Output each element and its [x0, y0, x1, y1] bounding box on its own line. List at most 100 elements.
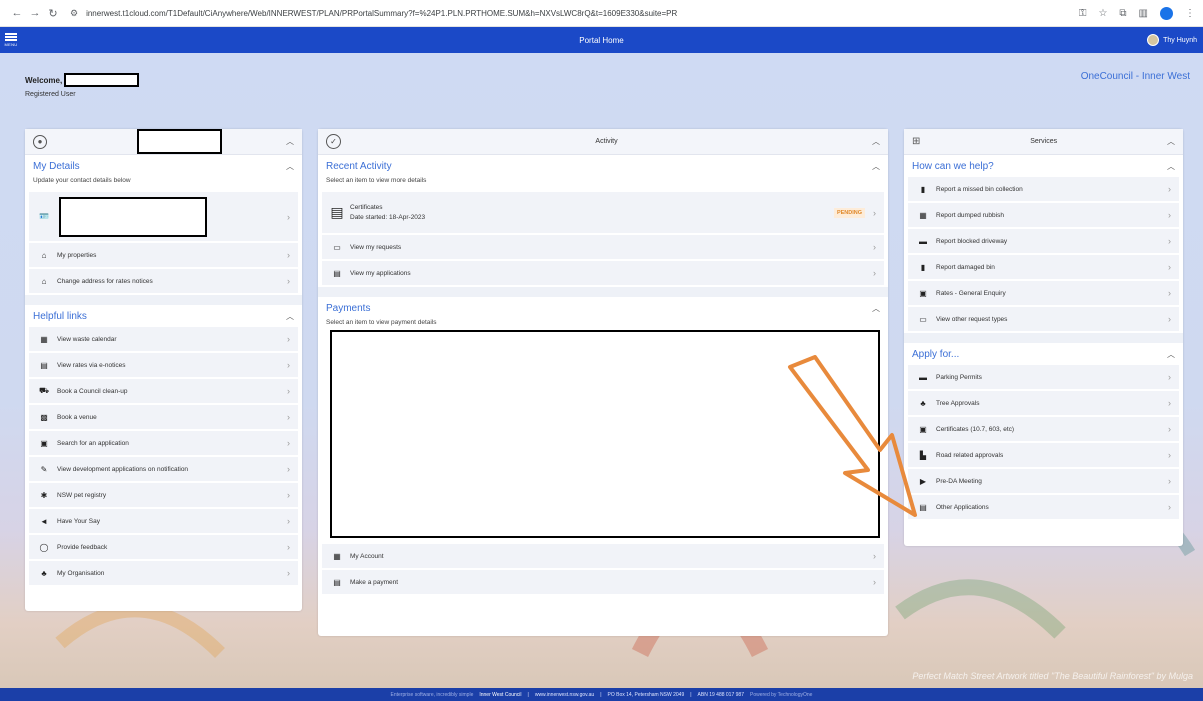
- how-can-we-help-header[interactable]: How can we help? ︿: [904, 155, 1183, 177]
- extensions-icon[interactable]: ⧉: [1119, 8, 1126, 19]
- url-text[interactable]: innerwest.t1cloud.com/T1Default/CiAnywhe…: [86, 9, 677, 18]
- list-item[interactable]: ▭ View other request types ›: [908, 307, 1179, 332]
- collapse-caret-icon[interactable]: ︿: [286, 161, 294, 172]
- list-item[interactable]: ▬ Parking Permits ›: [908, 365, 1179, 390]
- chevron-right-icon: ›: [873, 268, 876, 278]
- list-item[interactable]: ▩ Book a venue ›: [29, 405, 298, 430]
- organisation-icon: ♣: [41, 568, 47, 578]
- chevron-right-icon: ›: [1168, 502, 1171, 512]
- payments-header[interactable]: Payments ︿: [318, 297, 888, 319]
- list-item[interactable]: ⌂ My properties ›: [29, 243, 298, 268]
- greeting-text: Welcome,: [25, 75, 63, 85]
- car-icon: ▬: [919, 236, 927, 246]
- list-item[interactable]: ▤ View rates via e-notices ›: [29, 353, 298, 378]
- chevron-right-icon: ›: [287, 516, 290, 526]
- collapse-caret-icon[interactable]: ︿: [872, 303, 880, 314]
- collapse-caret-icon[interactable]: ︿: [1167, 161, 1175, 172]
- list-item[interactable]: ▶ Pre-DA Meeting ›: [908, 469, 1179, 494]
- list-item[interactable]: ⛟ Book a Council clean-up ›: [29, 379, 298, 404]
- list-item[interactable]: ▦ Report dumped rubbish ›: [908, 203, 1179, 228]
- list-item[interactable]: ▣ Rates - General Enquiry ›: [908, 281, 1179, 306]
- list-item[interactable]: ▭ View my requests ›: [322, 235, 884, 260]
- chevron-right-icon: ›: [1168, 262, 1171, 272]
- list-item[interactable]: ▦ View waste calendar ›: [29, 327, 298, 352]
- services-panel-header[interactable]: ⊞ Services ︿: [904, 129, 1183, 155]
- my-details-title: My Details: [33, 160, 80, 172]
- collapse-caret-icon[interactable]: ︿: [286, 311, 294, 322]
- address-bar[interactable]: ⚙ innerwest.t1cloud.com/T1Default/CiAnyw…: [70, 3, 677, 23]
- reload-icon[interactable]: ↻: [44, 7, 62, 20]
- list-item[interactable]: ♣ Tree Approvals ›: [908, 391, 1179, 416]
- list-item-label: Report dumped rubbish: [936, 211, 1004, 219]
- certificate-info: Certificates Date started: 18-Apr-2023: [350, 204, 425, 221]
- bin-icon: ▮: [920, 184, 926, 194]
- bookmark-star-icon[interactable]: ☆: [1098, 8, 1107, 19]
- collapse-caret-icon[interactable]: ︿: [872, 161, 880, 172]
- browser-actions: ⚿ ☆ ⧉ ▥ ⋮: [1079, 6, 1195, 20]
- helpful-links-section: Helpful links ︿ ▦ View waste calendar › ▤ V…: [25, 305, 302, 586]
- list-item[interactable]: ◄ Have Your Say ›: [29, 509, 298, 534]
- chevron-right-icon: ›: [1168, 476, 1171, 486]
- collapse-caret-icon[interactable]: ︿: [872, 136, 880, 147]
- artwork-credit: Perfect Match Street Artwork titled "The…: [912, 671, 1193, 681]
- profile-panel-header[interactable]: ● ︿: [25, 129, 302, 155]
- recent-activity-header[interactable]: Recent Activity ︿: [318, 155, 888, 177]
- certificate-activity-item[interactable]: ▤ Certificates Date started: 18-Apr-2023…: [322, 192, 884, 234]
- id-card-icon: 🪪: [39, 212, 49, 221]
- profile-icon[interactable]: [1160, 6, 1173, 20]
- list-item[interactable]: ▮ Report damaged bin ›: [908, 255, 1179, 280]
- activity-panel-title: Activity: [595, 138, 618, 145]
- brand-name: OneCouncil - Inner West: [1080, 71, 1190, 82]
- list-item[interactable]: ▙ Road related approvals ›: [908, 443, 1179, 468]
- chevron-right-icon: ›: [287, 386, 290, 396]
- collapse-caret-icon[interactable]: ︿: [286, 136, 294, 147]
- back-arrow-icon[interactable]: ←: [8, 7, 26, 19]
- apply-for-header[interactable]: Apply for... ︿: [904, 343, 1183, 365]
- footer-website-link[interactable]: www.innerwest.nsw.gov.au: [535, 692, 594, 698]
- list-item[interactable]: ✱ NSW pet registry ›: [29, 483, 298, 508]
- list-item[interactable]: ▤ Make a payment ›: [322, 570, 884, 595]
- contact-details-card[interactable]: 🪪 ›: [29, 192, 298, 242]
- services-panel: ⊞ Services ︿ How can we help? ︿ ▮ Report …: [904, 129, 1183, 546]
- chevron-right-icon: ›: [287, 334, 290, 344]
- list-item[interactable]: ✎ View development applications on notifi…: [29, 457, 298, 482]
- list-item[interactable]: ♣ My Organisation ›: [29, 561, 298, 586]
- site-footer: Enterprise software, incredibly simple I…: [0, 688, 1203, 701]
- list-item-label: Pre-DA Meeting: [936, 477, 982, 485]
- footer-council: Inner West Council: [479, 691, 522, 698]
- edit-icon: ✎: [40, 464, 48, 474]
- house-move-icon: ⌂: [41, 276, 47, 286]
- chevron-right-icon: ›: [1168, 398, 1171, 408]
- forward-arrow-icon[interactable]: →: [26, 7, 44, 19]
- welcome-block: Welcome, Registered User: [25, 73, 140, 98]
- list-item[interactable]: ▬ Report blocked driveway ›: [908, 229, 1179, 254]
- list-item[interactable]: ▦ My Account ›: [322, 544, 884, 569]
- list-item-label: Other Applications: [936, 503, 989, 511]
- chevron-right-icon: ›: [1168, 450, 1171, 460]
- list-item-label: NSW pet registry: [57, 491, 107, 499]
- collapse-caret-icon[interactable]: ︿: [1167, 349, 1175, 360]
- list-item[interactable]: ▤ View my applications ›: [322, 261, 884, 286]
- activity-panel-header[interactable]: ✓ Activity ︿: [318, 129, 888, 155]
- list-item[interactable]: ▣ Search for an application ›: [29, 431, 298, 456]
- list-item-label: Book a Council clean-up: [57, 387, 128, 395]
- footer-divider: |: [527, 691, 529, 698]
- list-item[interactable]: ◯ Provide feedback ›: [29, 535, 298, 560]
- list-item[interactable]: ▣ Certificates (10.7, 603, etc) ›: [908, 417, 1179, 442]
- helpful-links-header[interactable]: Helpful links ︿: [25, 305, 302, 327]
- list-item[interactable]: ▮ Report a missed bin collection ›: [908, 177, 1179, 202]
- password-key-icon[interactable]: ⚿: [1079, 8, 1087, 19]
- list-item-label: View development applications on notific…: [57, 465, 189, 473]
- chevron-right-icon: ›: [287, 250, 290, 260]
- list-item-label: View other request types: [936, 315, 1008, 323]
- site-settings-icon[interactable]: ⚙: [70, 8, 78, 19]
- my-details-header[interactable]: My Details ︿: [25, 155, 302, 177]
- browser-menu-icon[interactable]: ⋮: [1185, 8, 1195, 19]
- list-item-label: My properties: [57, 251, 97, 259]
- collapse-caret-icon[interactable]: ︿: [1167, 136, 1175, 147]
- sidepanel-icon[interactable]: ▥: [1139, 8, 1148, 19]
- annotation-arrow: [788, 355, 917, 517]
- list-item[interactable]: ▤ Other Applications ›: [908, 495, 1179, 520]
- list-item[interactable]: ⌂ Change address for rates notices ›: [29, 269, 298, 294]
- certificate-title: Certificates: [350, 204, 383, 211]
